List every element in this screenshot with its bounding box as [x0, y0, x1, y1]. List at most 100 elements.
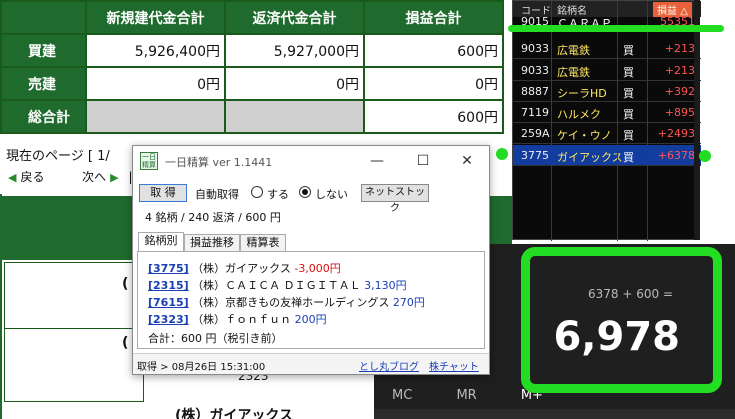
stock-pnl: +6378 [657, 149, 695, 162]
stock-row[interactable]: 8887 シーラHD 買 +392 [513, 81, 701, 102]
stock-pnl: +392 [664, 85, 695, 98]
tab-pnl-trend[interactable]: 損益推移 [184, 234, 240, 251]
maximize-icon[interactable]: ☐ [401, 150, 445, 172]
stock-name: 広電鉄 [557, 66, 590, 79]
daily-settlement-dialog: 一日精算 一日精算 ver 1.1441 — ☐ ✕ 取 得 自動取得 する し… [132, 145, 490, 375]
stock-header-name[interactable]: 銘柄名 [557, 2, 587, 17]
highlight-dot [496, 148, 508, 160]
sort-asc-icon: △ [680, 6, 688, 17]
summary-col-header: 新規建代金合計 [85, 0, 226, 35]
summary-row-label: 総合計 [0, 99, 87, 134]
stock-code-link[interactable]: [2315] [148, 279, 189, 292]
summary-cell: 600円 [363, 33, 504, 68]
stock-name: シーラHD [557, 87, 607, 100]
summary-table: 新規建代金合計 返済代金合計 損益合計 買建 5,926,400円 5,927,… [0, 0, 504, 134]
highlight-underline [508, 25, 724, 32]
highlight-dot [699, 150, 711, 162]
calculator-button-row [374, 409, 735, 419]
auto-fetch-no-label[interactable]: しない [315, 186, 348, 202]
settlement-summary: 4 銘柄 / 240 返済 / 600 円 [145, 211, 281, 224]
dialog-title: 一日精算 ver 1.1441 [165, 156, 273, 169]
background-company-name: (株）ガイアックス [175, 408, 293, 419]
tab-settlement-table[interactable]: 精算表 [240, 234, 286, 251]
stock-name: 広電鉄 [557, 44, 590, 57]
stock-side: 買 [623, 66, 634, 79]
summary-cell: 5,926,400円 [85, 33, 226, 68]
summary-cell: 0円 [85, 66, 226, 101]
stock-amount: 200円 [294, 313, 327, 326]
highlight-box [521, 247, 722, 393]
close-icon[interactable]: ✕ [445, 150, 489, 172]
stock-row[interactable]: 9033 広電鉄 買 +213 [513, 60, 701, 81]
summary-header-row: 新規建代金合計 返済代金合計 損益合計 [0, 0, 504, 35]
memory-clear-button[interactable]: MC [392, 388, 412, 403]
next-arrow-icon: ▶ [110, 171, 119, 184]
minimize-icon[interactable]: — [355, 150, 399, 172]
auto-fetch-yes-radio[interactable] [251, 186, 263, 198]
settlement-total: 合計：600 円（税引き前） [148, 332, 283, 345]
summary-cell: 5,927,000円 [224, 33, 365, 68]
netstock-button[interactable]: ネットストック [361, 184, 429, 214]
summary-cell: 0円 [363, 66, 504, 101]
summary-row: 売建 0円 0円 0円 [0, 66, 504, 101]
stock-name: ケイ・ウノ [557, 129, 612, 142]
summary-row-label: 買建 [0, 33, 87, 68]
stock-pnl: +213 [664, 42, 695, 55]
auto-fetch-label: 自動取得 [195, 188, 239, 201]
summary-cell-empty [85, 99, 226, 134]
stock-name: （株）ガイアックス [192, 262, 291, 275]
auto-fetch-yes-label[interactable]: する [267, 186, 289, 202]
tab-by-stock[interactable]: 銘柄別 [138, 232, 184, 251]
column-divider [617, 1, 618, 241]
next-link[interactable]: 次へ [82, 170, 106, 184]
background-text: ( [122, 276, 129, 292]
stock-side: 買 [623, 108, 634, 121]
stock-row[interactable]: 259A ケイ・ウノ 買 +2493 [513, 123, 701, 144]
summary-row-label: 売建 [0, 66, 87, 101]
memory-recall-button[interactable]: MR [456, 388, 476, 403]
screen: ( ( 2323 (株）ガイアックス 新規建代金合計 返済代金合計 損益合計 買… [0, 0, 735, 419]
stock-amount: 3,130円 [364, 279, 407, 292]
stock-code-link[interactable]: [3775] [148, 262, 189, 275]
app-icon: 一日精算 [140, 152, 158, 170]
stock-code: 7119 [521, 106, 549, 119]
stock-pnl: +895 [664, 106, 695, 119]
page-nav: ◀ 戻る 次へ ▶ | [8, 168, 133, 185]
stock-name: （株）ＣＡＩＣＡ ＤＩＧＩＴＡＬ [192, 279, 361, 292]
stock-list-scrollbar[interactable] [694, 0, 700, 240]
settlement-line: [2323] （株）ｆｏｎｆｕｎ 200円 [148, 311, 327, 327]
stock-header-pnl[interactable]: 損益 △ [653, 2, 692, 17]
stock-name: （株）京都きもの友禅ホールディングス [192, 296, 390, 309]
back-link[interactable]: 戻る [20, 170, 44, 184]
settlement-line: [3775] （株）ガイアックス -3,000円 [148, 260, 341, 276]
blog-link[interactable]: とし丸ブログ [359, 358, 419, 373]
stock-amount: -3,000円 [294, 262, 341, 275]
summary-row: 買建 5,926,400円 5,927,000円 600円 [0, 33, 504, 68]
stock-list-panel: コード 銘柄名 損益 △ 9015 ＣＡＲＡＰ 55351 9033 広電鉄 買… [512, 0, 701, 241]
fetch-button[interactable]: 取 得 [139, 184, 187, 202]
stock-header-pnl-label: 損益 [657, 6, 677, 17]
dialog-status-bar: 取得 > 08月26日 15:31:00 とし丸ブログ 株チャット [133, 353, 489, 374]
current-page-text: 現在のページ [ 1/ [6, 149, 110, 164]
stock-list-header: コード 銘柄名 損益 △ [513, 1, 701, 17]
stock-code: 8887 [521, 85, 549, 98]
auto-fetch-no-radio[interactable] [299, 186, 311, 198]
stock-pnl: +2493 [657, 127, 695, 140]
settlement-line: [2315] （株）ＣＡＩＣＡ ＤＩＧＩＴＡＬ 3,130円 [148, 277, 407, 293]
stock-pnl: +213 [664, 64, 695, 77]
stock-code-link[interactable]: [7615] [148, 296, 189, 309]
summary-corner [0, 0, 87, 35]
dialog-titlebar[interactable]: 一日精算 一日精算 ver 1.1441 — ☐ ✕ [133, 146, 489, 177]
stock-row[interactable]: 7119 ハルメク 買 +895 [513, 102, 701, 123]
stock-row[interactable]: 9033 広電鉄 買 +213 [513, 38, 701, 59]
stock-code: 3775 [521, 149, 549, 162]
fetch-timestamp: 取得 > 08月26日 15:31:00 [137, 362, 266, 373]
stock-code: 259A [521, 127, 550, 140]
current-page-label: 現在のページ [ 1/ [6, 145, 110, 164]
stock-code-link[interactable]: [2323] [148, 313, 189, 326]
stock-amount: 270円 [392, 296, 425, 309]
tab-panel: [3775] （株）ガイアックス -3,000円 [2315] （株）ＣＡＩＣＡ… [137, 251, 485, 349]
stock-header-code[interactable]: コード [521, 2, 551, 17]
stock-row-selected[interactable]: 3775 ガイアックス 買 +6378 [513, 145, 701, 166]
stock-chat-link[interactable]: 株チャット [429, 358, 479, 373]
